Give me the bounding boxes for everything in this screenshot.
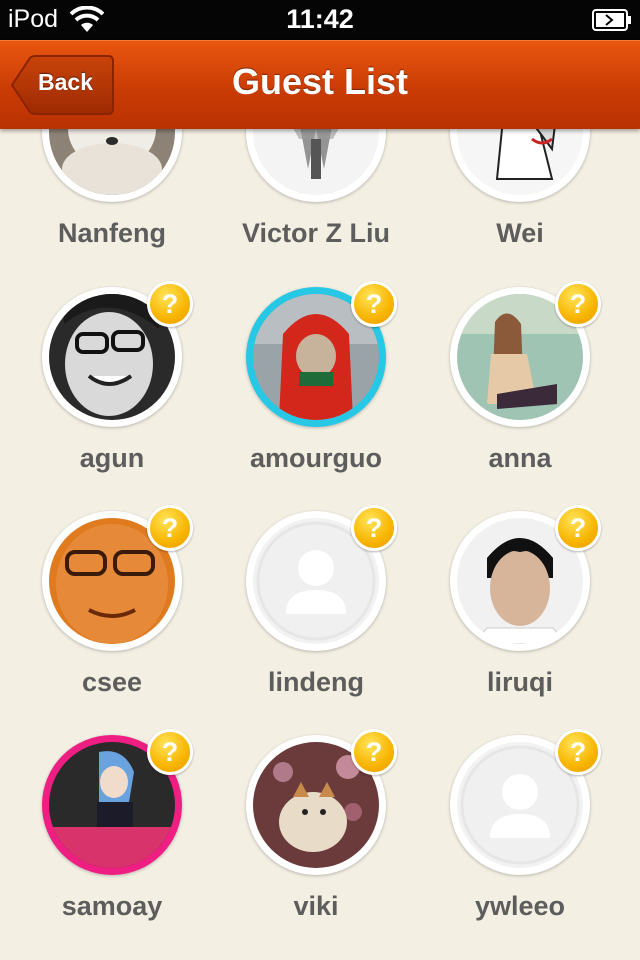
guest-item[interactable]: ? samoay xyxy=(9,729,219,955)
guest-item[interactable]: ? lindeng xyxy=(213,505,423,731)
guest-item[interactable]: ? anna xyxy=(417,281,627,507)
guest-grid: Nanfeng Victor Z Liu Wei ? agun ? amourg… xyxy=(0,0,640,960)
unknown-status-badge: ? xyxy=(351,281,397,327)
guest-item[interactable]: ? agun xyxy=(9,281,219,507)
page-title: Guest List xyxy=(231,61,409,102)
guest-name: csee xyxy=(81,667,143,697)
guest-name: agun xyxy=(79,443,145,473)
guest-name: ywleeo xyxy=(474,891,566,921)
guest-name: amourguo xyxy=(250,443,382,473)
unknown-status-badge: ? xyxy=(555,505,601,551)
guest-name: liruqi xyxy=(487,667,553,697)
guest-item[interactable]: ? csee xyxy=(9,505,219,731)
navigation-bar: Back Guest List xyxy=(0,40,640,129)
unknown-status-badge: ? xyxy=(351,505,397,551)
guest-name: Victor Z Liu xyxy=(241,218,390,248)
guest-name: samoay xyxy=(61,891,163,921)
guest-name: anna xyxy=(488,443,552,473)
guest-item[interactable]: ? liruqi xyxy=(417,505,627,731)
guest-item[interactable]: ? ywleeo xyxy=(417,729,627,955)
guest-name: Wei xyxy=(496,218,544,248)
guest-name: viki xyxy=(293,891,339,921)
unknown-status-badge: ? xyxy=(555,729,601,775)
unknown-status-badge: ? xyxy=(147,505,193,551)
guest-name: lindeng xyxy=(268,667,364,697)
unknown-status-badge: ? xyxy=(147,729,193,775)
guest-item[interactable]: ? amourguo xyxy=(213,281,423,507)
guest-name: Nanfeng xyxy=(58,218,166,248)
unknown-status-badge: ? xyxy=(555,281,601,327)
guest-item[interactable]: ? viki xyxy=(213,729,423,955)
unknown-status-badge: ? xyxy=(351,729,397,775)
unknown-status-badge: ? xyxy=(147,281,193,327)
